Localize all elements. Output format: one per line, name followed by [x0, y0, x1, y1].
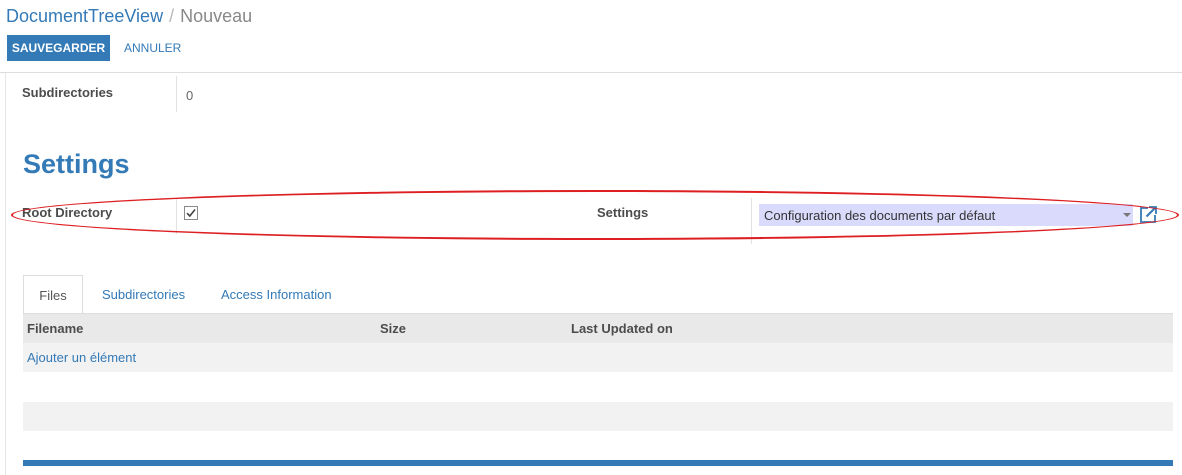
settings-select-value: Configuration des documents par défaut	[764, 208, 996, 223]
section-title: Settings	[23, 149, 130, 179]
breadcrumb-parent-link[interactable]: DocumentTreeView	[6, 6, 163, 26]
table-row	[23, 402, 1173, 431]
add-item-link[interactable]: Ajouter un élément	[27, 350, 136, 365]
settings-label: Settings	[597, 205, 649, 220]
caret-down-icon[interactable]	[1123, 213, 1131, 217]
root-directory-checkbox[interactable]	[184, 206, 198, 220]
table-row	[23, 431, 1173, 460]
column-header-size[interactable]: Size	[380, 321, 406, 336]
field-separator	[176, 198, 177, 234]
external-link-icon[interactable]	[1138, 205, 1158, 225]
cancel-button[interactable]: ANNULER	[118, 35, 187, 61]
column-header-last-updated[interactable]: Last Updated on	[571, 321, 673, 336]
field-separator	[176, 76, 177, 112]
tab-access-information[interactable]: Access Information	[221, 275, 332, 314]
toolbar-divider	[0, 72, 1182, 73]
table-footer-bar	[23, 460, 1173, 466]
settings-select[interactable]: Configuration des documents par défaut	[759, 204, 1133, 226]
column-header-filename[interactable]: Filename	[27, 321, 83, 336]
breadcrumb-current: Nouveau	[180, 6, 253, 26]
field-separator	[751, 198, 752, 244]
breadcrumb-separator: /	[169, 6, 175, 26]
breadcrumb: DocumentTreeView / Nouveau	[6, 5, 252, 27]
tab-files[interactable]: Files	[23, 275, 83, 314]
subdirectories-label: Subdirectories	[22, 85, 114, 100]
save-button[interactable]: SAUVEGARDER	[7, 35, 110, 61]
subdirectories-value: 0	[186, 88, 194, 103]
table-row	[23, 372, 1173, 401]
root-directory-label: Root Directory	[22, 205, 113, 220]
checkmark-icon	[186, 209, 196, 218]
table-header: Filename Size Last Updated on	[23, 314, 1173, 343]
form-sheet-border	[5, 73, 6, 475]
table-row: Ajouter un élément	[23, 343, 1173, 372]
tab-subdirectories[interactable]: Subdirectories	[102, 275, 185, 314]
